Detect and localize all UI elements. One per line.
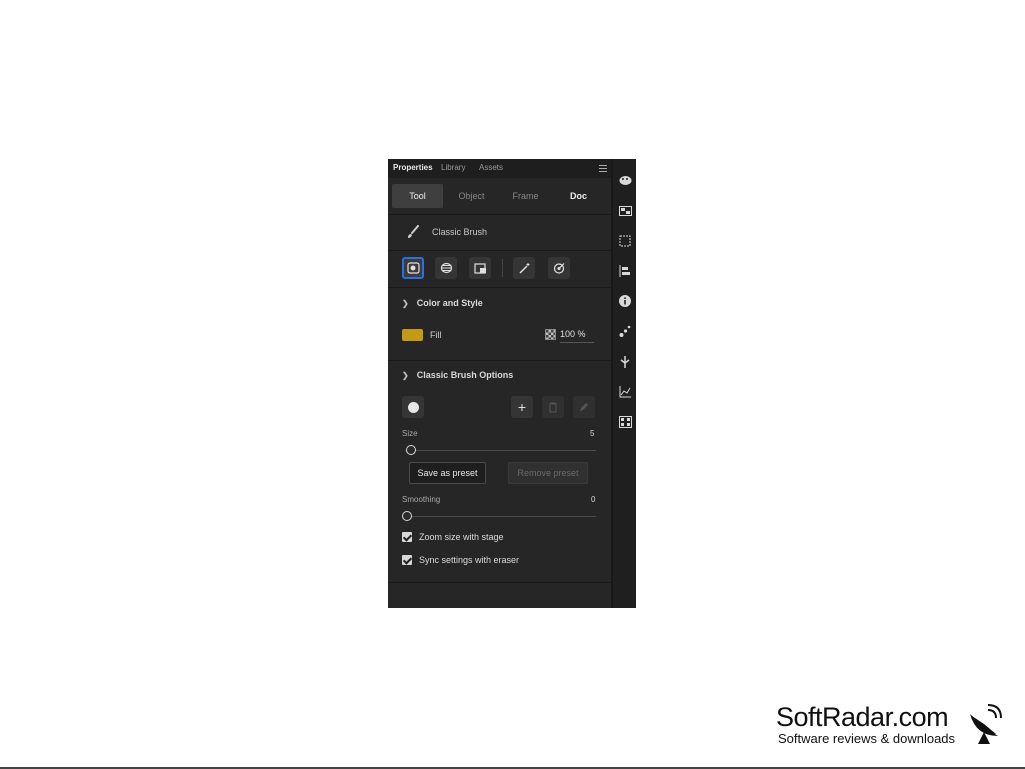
zoom-size-checkbox[interactable] — [402, 532, 412, 542]
fill-opacity-value[interactable]: 100 % — [560, 329, 586, 339]
info-icon[interactable] — [617, 293, 633, 309]
watermark-title: SoftRadar.com — [776, 702, 949, 732]
divider — [388, 250, 611, 251]
divider — [388, 360, 611, 361]
tool-name: Classic Brush — [432, 227, 488, 237]
tab-assets[interactable]: Assets — [479, 163, 503, 172]
color-style-header[interactable]: ❯ Color and Style — [402, 298, 483, 308]
draw-mode-button[interactable] — [402, 257, 424, 279]
opacity-checker-icon — [545, 329, 556, 340]
sync-eraser-label: Sync settings with eraser — [419, 555, 520, 565]
opacity-underline — [560, 342, 594, 343]
add-preset-button[interactable]: + — [511, 396, 533, 418]
pencil-icon — [580, 403, 588, 411]
brush-options-title: Classic Brush Options — [416, 370, 514, 380]
tab-library[interactable]: Library — [441, 163, 465, 172]
panel-menu-icon[interactable] — [599, 165, 607, 172]
remove-preset-button[interactable]: Remove preset — [508, 462, 588, 484]
toolbar-separator — [502, 259, 503, 277]
current-tool-row: Classic Brush — [388, 215, 611, 250]
segment-frame[interactable]: Frame — [500, 184, 551, 208]
color-wheel-icon[interactable] — [617, 172, 633, 188]
object-drawing-button[interactable] — [435, 257, 457, 279]
size-label: Size — [402, 429, 418, 438]
divider — [388, 287, 611, 288]
draw-mode-icon — [406, 262, 420, 274]
fill-color-swatch[interactable] — [402, 329, 423, 341]
delete-preset-button[interactable] — [542, 396, 564, 418]
divider — [388, 582, 611, 583]
chart-icon[interactable] — [617, 384, 633, 400]
sync-eraser-checkbox[interactable] — [402, 555, 412, 565]
fill-label: Fill — [430, 330, 442, 340]
trash-icon — [549, 402, 557, 412]
tab-properties[interactable]: Properties — [393, 163, 433, 172]
save-preset-button[interactable]: Save as preset — [409, 462, 486, 484]
smoothing-value[interactable]: 0 — [591, 495, 595, 504]
lock-fill-icon — [473, 263, 486, 274]
zoom-size-label: Zoom size with stage — [419, 532, 504, 542]
segment-doc[interactable]: Doc — [553, 184, 604, 208]
chevron-down-icon: ❯ — [402, 370, 409, 380]
code-snippets-icon[interactable] — [617, 414, 633, 430]
motion-presets-icon[interactable] — [617, 323, 633, 339]
smoothing-slider-track[interactable] — [405, 516, 596, 517]
object-drawing-icon — [440, 262, 452, 274]
components-icon[interactable] — [617, 354, 633, 370]
magic-wand-icon — [518, 263, 529, 274]
round-brush-icon — [407, 401, 419, 413]
properties-panel: Properties Library Assets Tool Object Fr… — [388, 159, 636, 608]
size-slider-thumb[interactable] — [406, 445, 416, 455]
brush-shape-button[interactable] — [402, 396, 424, 418]
size-slider-track[interactable] — [405, 450, 596, 451]
pressure-button[interactable] — [513, 257, 535, 279]
target-icon — [553, 263, 564, 274]
tilt-button[interactable] — [548, 257, 570, 279]
transform-icon[interactable] — [617, 233, 633, 249]
size-value[interactable]: 5 — [590, 429, 594, 438]
color-style-title: Color and Style — [416, 298, 483, 308]
lock-fill-button[interactable] — [469, 257, 491, 279]
properties-main: Properties Library Assets Tool Object Fr… — [388, 159, 611, 608]
brush-icon — [408, 225, 419, 238]
segment-object[interactable]: Object — [446, 184, 497, 208]
plus-icon: + — [517, 399, 527, 415]
swatches-icon[interactable] — [617, 203, 633, 219]
smoothing-slider-thumb[interactable] — [402, 511, 412, 521]
satellite-dish-icon — [970, 704, 1002, 744]
align-icon[interactable] — [617, 263, 633, 279]
edit-preset-button[interactable] — [573, 396, 595, 418]
brush-options-header[interactable]: ❯ Classic Brush Options — [402, 370, 513, 380]
panel-tab-bar: Properties Library Assets — [388, 159, 611, 178]
chevron-down-icon: ❯ — [402, 298, 409, 308]
smoothing-label: Smoothing — [402, 495, 441, 504]
segment-tool[interactable]: Tool — [392, 184, 443, 208]
side-icon-rail — [611, 159, 636, 608]
watermark-subtitle: Software reviews & downloads — [778, 731, 956, 746]
